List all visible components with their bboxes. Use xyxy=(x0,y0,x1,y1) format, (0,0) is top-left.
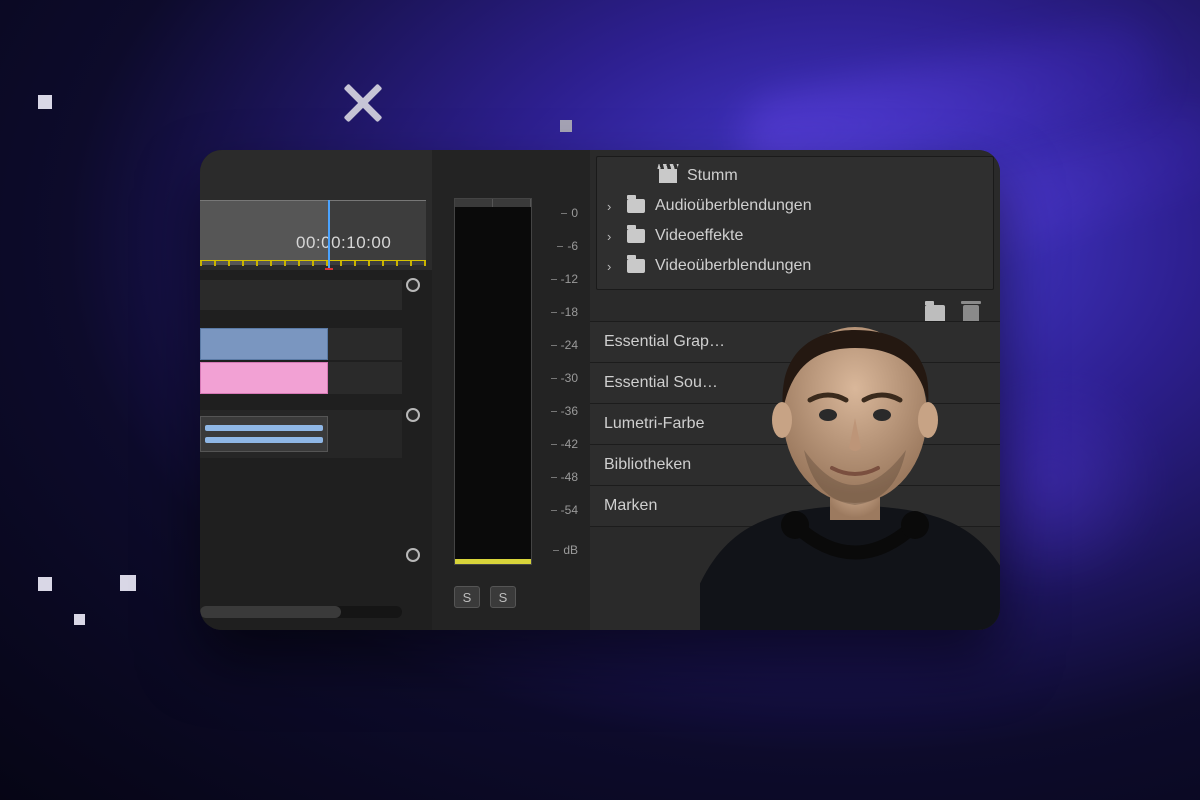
chevron-right-icon: › xyxy=(607,229,617,244)
audio-clip[interactable] xyxy=(200,416,328,452)
video-track[interactable] xyxy=(200,328,402,360)
webcam-overlay xyxy=(700,300,1000,630)
audio-meter-panel: 0 -6 -12 -18 -24 -30 -36 -42 -48 -54 dB … xyxy=(432,150,590,630)
bg-dot xyxy=(560,120,572,132)
bg-dot xyxy=(38,577,52,591)
tracks xyxy=(200,270,432,630)
timeline-panel: 00:00:10:00 xyxy=(200,150,432,630)
audio-meter xyxy=(454,198,532,565)
tree-item-stumm[interactable]: Stumm xyxy=(597,161,993,191)
video-track[interactable] xyxy=(200,362,402,394)
solo-button[interactable]: S xyxy=(454,586,480,608)
chevron-right-icon: › xyxy=(607,259,617,274)
ruler-ticks xyxy=(200,260,426,266)
tree-label: Videoeffekte xyxy=(655,227,743,245)
tree-item[interactable]: › Videoeffekte xyxy=(597,221,993,251)
video-track[interactable] xyxy=(200,280,402,310)
chevron-right-icon: › xyxy=(607,199,617,214)
folder-icon xyxy=(627,199,645,213)
tree-label: Audioüberblendungen xyxy=(655,197,812,215)
bg-dot xyxy=(74,614,85,625)
solo-button[interactable]: S xyxy=(490,586,516,608)
preset-bin-icon xyxy=(659,169,677,183)
tree-label: Videoüberblendungen xyxy=(655,257,811,275)
folder-icon xyxy=(627,229,645,243)
effects-tree: Stumm › Audioüberblendungen › Videoeffek… xyxy=(596,156,994,290)
playhead[interactable] xyxy=(328,200,330,268)
bg-dot xyxy=(120,575,136,591)
tree-label: Stumm xyxy=(687,167,738,185)
track-zoom-handle[interactable] xyxy=(406,278,420,292)
close-icon xyxy=(338,78,388,128)
tree-item[interactable]: › Videoüberblendungen xyxy=(597,251,993,281)
tree-item[interactable]: › Audioüberblendungen xyxy=(597,191,993,221)
video-clip[interactable] xyxy=(200,328,328,360)
right-panels: Stumm › Audioüberblendungen › Videoeffek… xyxy=(590,150,1000,630)
track-zoom-handle[interactable] xyxy=(406,408,420,422)
track-zoom-handle[interactable] xyxy=(406,548,420,562)
bg-dot xyxy=(38,95,52,109)
video-clip[interactable] xyxy=(200,362,328,394)
app-window: 00:00:10:00 0 -6 -12 xyxy=(200,150,1000,630)
horizontal-scrollbar[interactable] xyxy=(200,606,402,618)
folder-icon xyxy=(627,259,645,273)
db-scale: 0 -6 -12 -18 -24 -30 -36 -42 -48 -54 dB xyxy=(538,198,582,565)
timecode-display[interactable]: 00:00:10:00 xyxy=(296,233,391,253)
audio-track[interactable] xyxy=(200,410,402,458)
